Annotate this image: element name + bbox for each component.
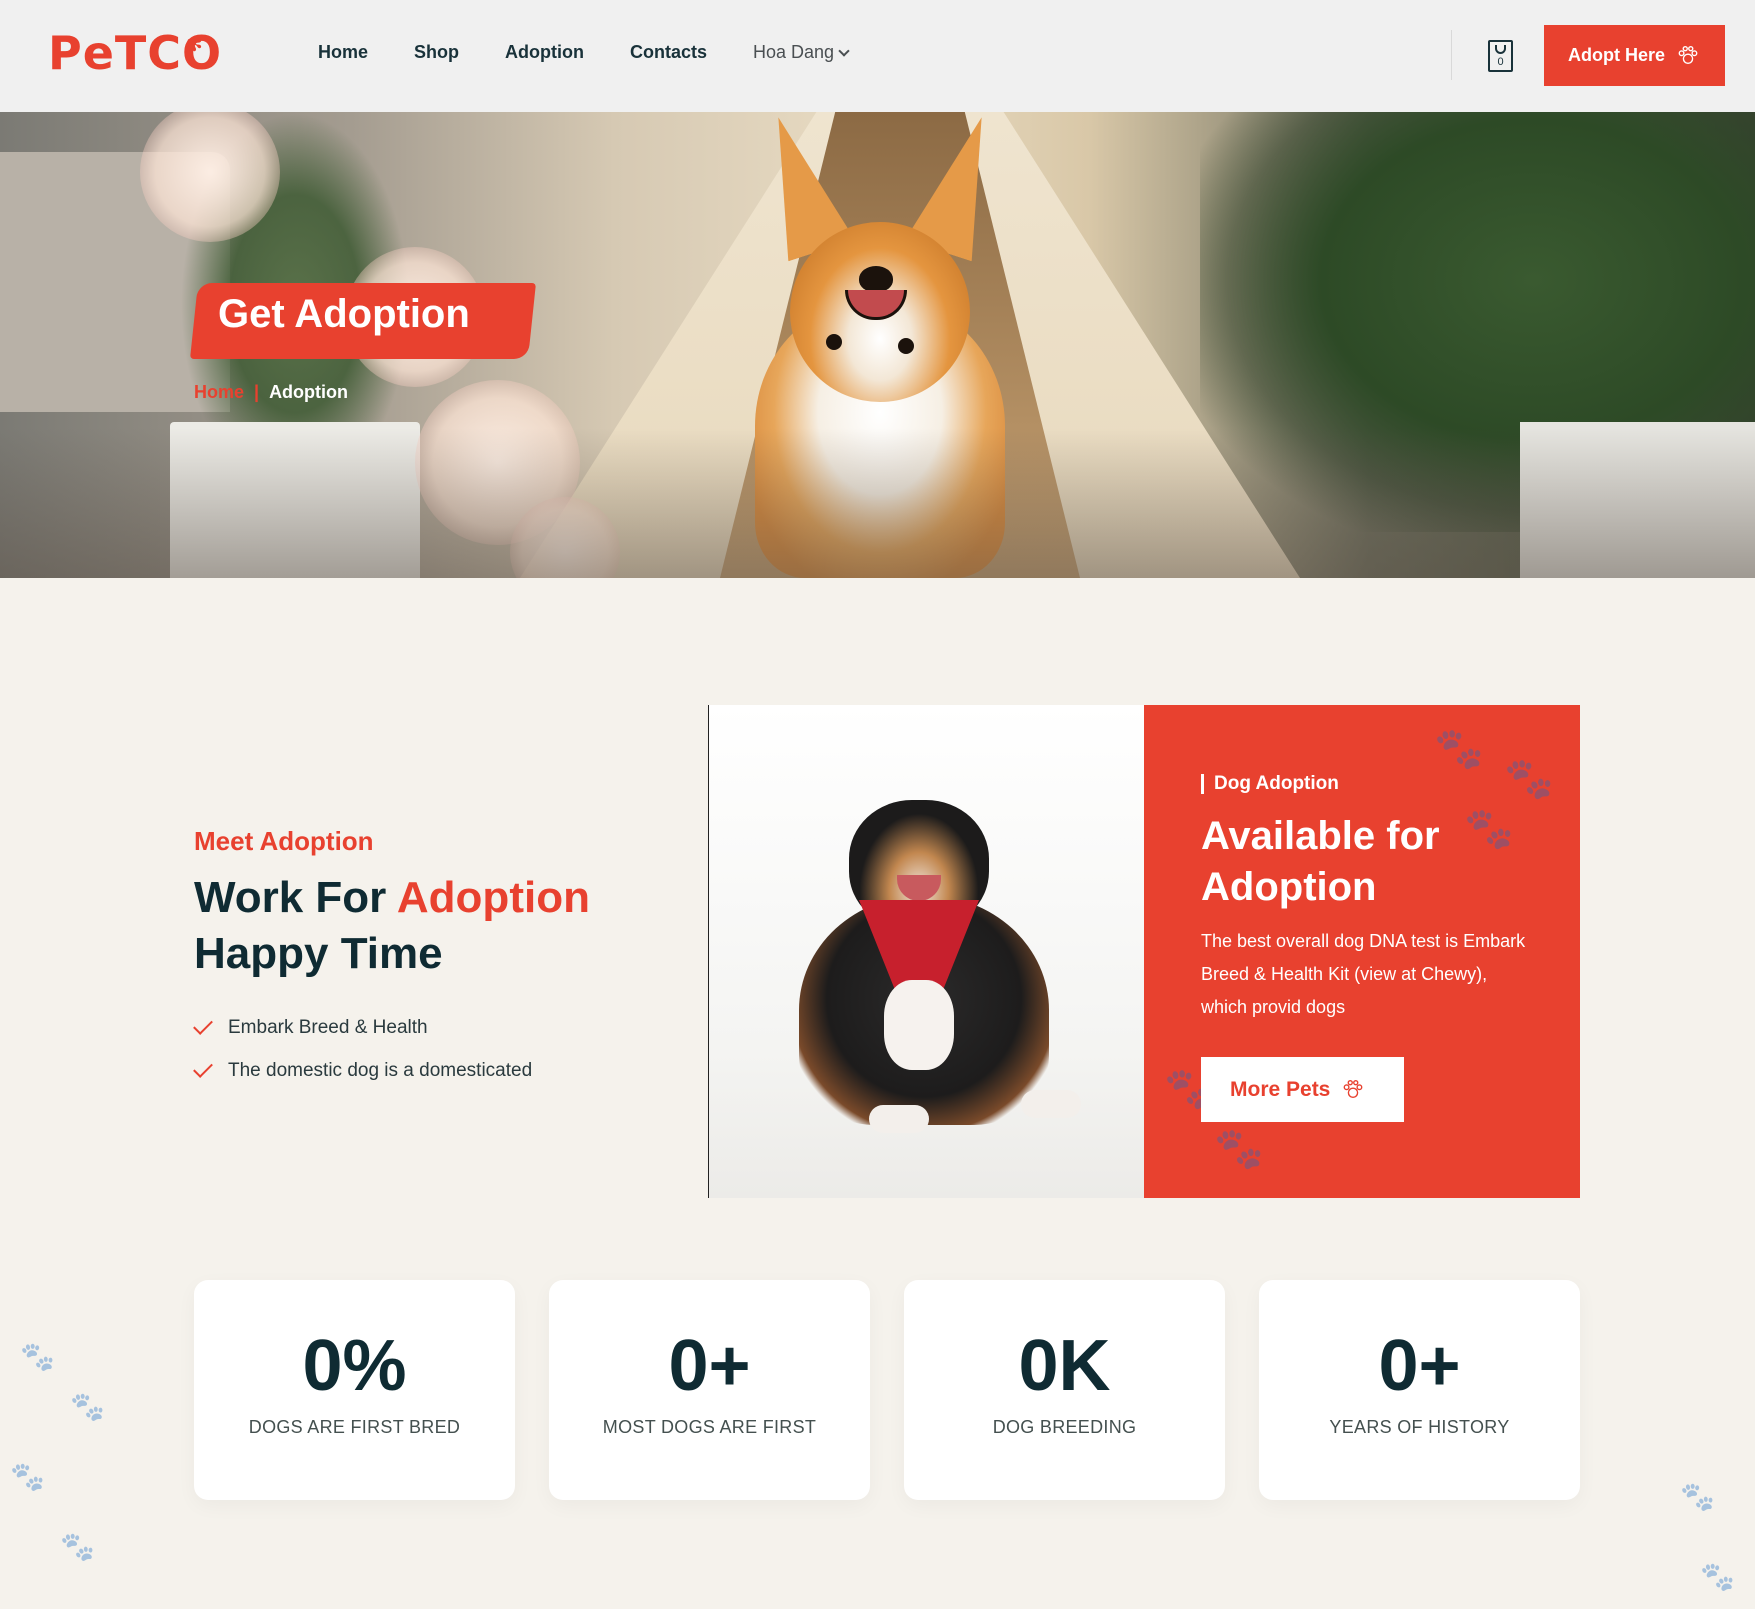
stat-label: DOG BREEDING xyxy=(992,1417,1137,1437)
adoption-promo-card: 🐾 🐾 🐾 🐾 🐾 Dog Adoption Available for Ado… xyxy=(1144,705,1580,1198)
list-item: Embark Breed & Health xyxy=(193,1006,532,1049)
stat-value: 0K xyxy=(1018,1326,1111,1406)
breadcrumb-separator: | xyxy=(254,382,260,402)
site-header: PeTCO ✻ Home Shop Adoption Contacts Hoa … xyxy=(0,0,1755,112)
corgi-nose xyxy=(859,266,893,292)
promo-title: Available for Adoption xyxy=(1201,814,1440,909)
stat-card: 0K DOG BREEDING xyxy=(904,1280,1225,1500)
stat-card: 0+ MOST DOGS ARE FIRST xyxy=(549,1280,870,1500)
dog-paw-left xyxy=(869,1105,929,1133)
corgi-eye-left xyxy=(826,334,842,350)
paw-icon xyxy=(1342,1079,1364,1101)
nav-contacts[interactable]: Contacts xyxy=(630,42,707,63)
check-icon xyxy=(193,1057,213,1078)
adopt-here-label: Adopt Here xyxy=(1568,45,1666,65)
dog-photo xyxy=(708,705,1144,1198)
kicker-bar xyxy=(1201,774,1204,794)
promo-text: The best overall dog DNA test is Embark … xyxy=(1201,931,1526,1017)
adopt-here-button[interactable]: Adopt Here xyxy=(1544,25,1725,86)
header-divider xyxy=(1451,30,1452,80)
heading-accent: Adoption xyxy=(396,873,590,922)
paw-logo-icon: ✻ xyxy=(186,32,203,56)
paw-decoration-icon: 🐾 xyxy=(70,1390,105,1423)
paw-decoration-icon: 🐾 xyxy=(1504,756,1554,802)
section-heading: Work For Adoption Happy Time xyxy=(194,870,664,982)
more-pets-label: More Pets xyxy=(1230,1077,1331,1101)
corgi-eye-right xyxy=(898,338,914,354)
dog-chest xyxy=(884,980,954,1070)
hero-floor xyxy=(0,428,1755,578)
stat-label: DOGS ARE FIRST BRED xyxy=(248,1417,461,1437)
stat-label: MOST DOGS ARE FIRST xyxy=(602,1417,817,1437)
breadcrumb-home[interactable]: Home xyxy=(194,382,244,403)
list-item: The domestic dog is a domesticated xyxy=(193,1049,533,1092)
stat-value: 0+ xyxy=(1378,1326,1461,1406)
breadcrumb: Home | Adoption xyxy=(194,382,348,403)
heading-part2: Happy Time xyxy=(194,929,443,978)
cart-handle xyxy=(1495,45,1506,54)
heading-part1: Work For xyxy=(194,873,397,922)
paw-decoration-icon: 🐾 xyxy=(1434,726,1484,772)
breadcrumb-current: Adoption xyxy=(269,382,349,402)
paw-icon xyxy=(1677,45,1699,67)
nav-home[interactable]: Home xyxy=(318,42,368,63)
cart-count: 0 xyxy=(1497,56,1504,68)
more-pets-button[interactable]: More Pets xyxy=(1201,1057,1404,1122)
user-menu[interactable]: Hoa Dang xyxy=(753,42,850,63)
paw-decoration-icon: 🐾 xyxy=(1214,1126,1264,1172)
paw-decoration-icon: 🐾 xyxy=(1700,1560,1735,1593)
user-name: Hoa Dang xyxy=(753,42,835,62)
section-kicker: Meet Adoption xyxy=(194,826,374,856)
promo-kicker-text: Dog Adoption xyxy=(1214,773,1339,794)
check-icon xyxy=(193,1014,213,1035)
feature-list: Embark Breed & Health The domestic dog i… xyxy=(193,1006,533,1092)
nav-adoption[interactable]: Adoption xyxy=(505,42,584,63)
page-title: Get Adoption xyxy=(218,292,470,336)
paw-decoration-icon: 🐾 xyxy=(20,1340,55,1373)
stat-value: 0+ xyxy=(668,1326,751,1406)
paw-decoration-icon: 🐾 xyxy=(1680,1480,1715,1513)
stat-value: 0% xyxy=(302,1326,407,1406)
stat-card: 0% DOGS ARE FIRST BRED xyxy=(194,1280,515,1500)
feature-text: Embark Breed & Health xyxy=(228,1016,428,1038)
feature-text: The domestic dog is a domesticated xyxy=(228,1059,533,1081)
nav-shop[interactable]: Shop xyxy=(414,42,459,63)
dog-paw-right xyxy=(1021,1090,1081,1118)
paw-decoration-icon: 🐾 xyxy=(60,1530,95,1563)
main-nav: Home Shop Adoption Contacts Hoa Dang xyxy=(318,42,894,63)
stat-label: YEARS OF HISTORY xyxy=(1329,1417,1510,1437)
cart-icon[interactable]: 0 xyxy=(1488,40,1513,72)
paw-decoration-icon: 🐾 xyxy=(10,1460,45,1493)
promo-kicker: Dog Adoption xyxy=(1201,773,1339,795)
stat-card: 0+ YEARS OF HISTORY xyxy=(1259,1280,1580,1500)
chevron-down-icon xyxy=(838,44,850,57)
